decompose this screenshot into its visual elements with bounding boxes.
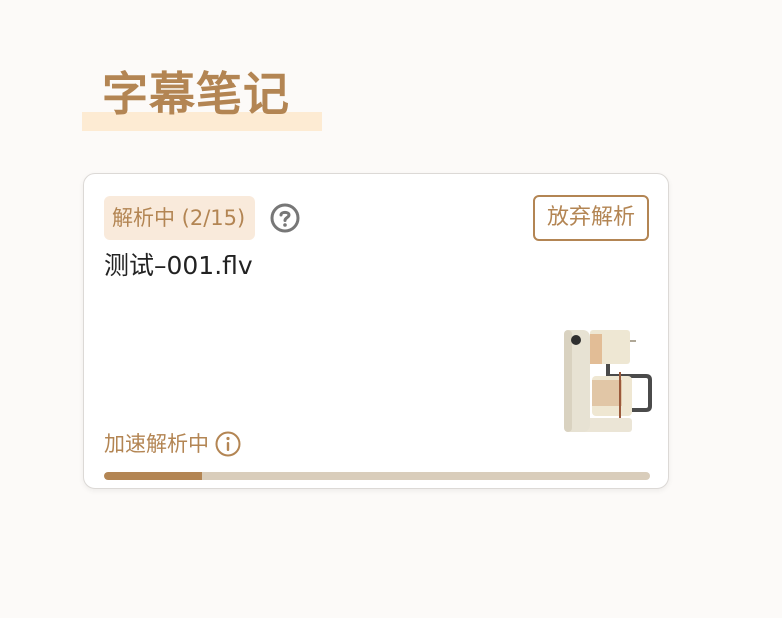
question-circle-icon[interactable]	[270, 203, 300, 233]
info-circle-icon[interactable]	[215, 431, 241, 457]
task-card: 解析中 (2/15) 放弃解析 测试–001.flv 加速解析中	[83, 173, 669, 489]
status-badge: 解析中 (2/15)	[104, 196, 256, 240]
progress-bar	[104, 472, 650, 480]
abandon-parse-button[interactable]: 放弃解析	[532, 195, 649, 241]
page-title-area: 字幕笔记	[82, 62, 322, 132]
progress-fill	[104, 472, 203, 480]
speed-status: 加速解析中	[104, 428, 241, 460]
speed-status-label: 加速解析中	[104, 432, 209, 456]
page-title: 字幕笔记	[102, 67, 290, 121]
file-name: 测试–001.flv	[104, 251, 253, 280]
coffee-machine-illustration	[564, 330, 652, 432]
